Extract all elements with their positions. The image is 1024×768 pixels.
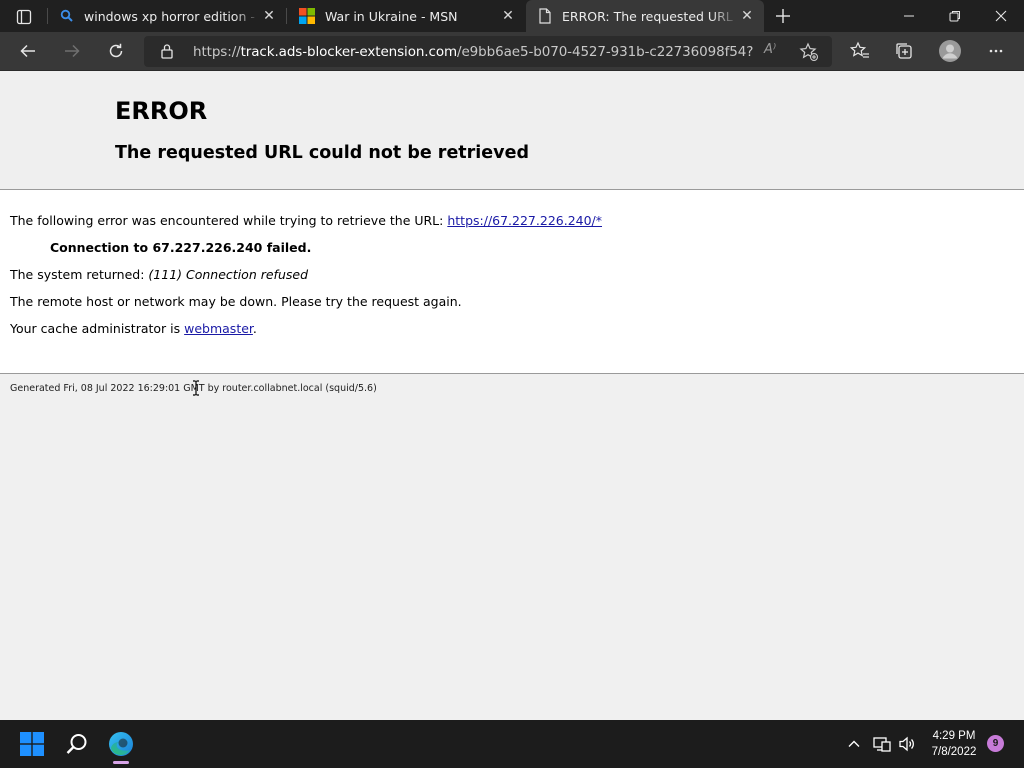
back-button[interactable] [12,36,44,66]
error-line-system: The system returned: (111) Connection re… [10,267,308,282]
connection-failed-text: Connection to 67.227.226.240 failed. [50,240,312,255]
minimize-icon [904,15,914,17]
error-line-admin: Your cache administrator is webmaster. [10,321,257,336]
edge-logo-icon [109,732,133,756]
close-tab-icon[interactable]: ✕ [499,7,517,25]
clock-date: 7/8/2022 [931,746,977,758]
favorites-icon [850,41,869,58]
error-details: The following error was encountered whil… [0,189,1024,374]
collections-button[interactable] [888,36,920,66]
lock-icon[interactable] [160,43,174,59]
notification-badge[interactable]: 9 [987,735,1004,752]
avatar-icon [939,40,961,62]
add-favorite-icon[interactable] [799,42,819,62]
close-tab-icon[interactable]: ✕ [260,7,278,25]
tab-title: War in Ukraine - MSN [325,8,458,24]
browser-toolbar: https://track.ads-blocker-extension.com/… [0,32,1024,71]
page-icon [539,8,551,24]
tab-error[interactable]: ERROR: The requested URL could ✕ [526,0,764,32]
tab-actions-icon [16,9,32,25]
error-line-connection: Connection to 67.227.226.240 failed. [50,240,311,255]
new-tab-button[interactable] [770,4,796,28]
start-button[interactable] [14,726,50,762]
webmaster-link[interactable]: webmaster [184,321,253,336]
restore-icon [949,11,960,22]
url-host: track.ads-blocker-extension.com [240,44,458,60]
system-returned-label: The system returned: [10,267,149,282]
msn-logo-icon [299,8,315,24]
page-title: ERROR [115,97,208,125]
forward-arrow-icon [65,44,80,58]
url-text[interactable]: https://track.ads-blocker-extension.com/… [193,44,753,60]
collections-icon [896,43,912,59]
volume-button[interactable] [891,726,923,762]
close-icon [995,10,1007,22]
more-icon [989,49,1003,53]
tab-title: ERROR: The requested URL could [562,8,738,24]
tab-msn[interactable]: War in Ukraine - MSN ✕ [287,0,525,32]
profile-button[interactable] [934,36,966,66]
url-scheme: https:// [193,44,241,60]
minimize-button[interactable] [886,0,932,32]
cache-admin-label: Your cache administrator is [10,321,185,336]
favorites-button[interactable] [844,36,876,66]
error-line-url: The following error was encountered whil… [10,213,602,228]
back-arrow-icon [20,44,35,58]
cache-admin-suffix: . [252,321,257,336]
speaker-icon [899,736,914,752]
taskbar-clock[interactable]: 4:29 PM 7/8/2022 [924,728,984,760]
page-content: ERROR The requested URL could not be ret… [0,71,1024,720]
search-icon [66,734,87,754]
requested-url-link[interactable]: https://67.227.226.240/* [447,213,602,228]
taskbar: 4:29 PM 7/8/2022 [0,720,1024,768]
network-icon [873,737,891,752]
clock-time: 4:29 PM [932,730,976,742]
text-cursor-icon [193,380,199,396]
windows-logo-icon [20,732,44,756]
tab-search[interactable]: windows xp horror edition - Sear ✕ [48,0,286,32]
error-line-remote: The remote host or network may be down. … [10,294,462,309]
active-app-indicator [113,761,129,764]
close-tab-icon[interactable]: ✕ [738,7,756,25]
refresh-button[interactable] [100,36,132,66]
page-subtitle: The requested URL could not be retrieved [115,143,529,163]
tab-actions-button[interactable] [10,6,38,28]
tab-strip: windows xp horror edition - Sear ✕ War i… [0,0,1024,32]
taskbar-edge-button[interactable] [103,726,139,762]
read-aloud-icon[interactable]: A⁾ [764,42,776,57]
url-path: /e9bb6ae5-b070-4527-931b-c22736098f54?su… [457,44,753,60]
tab-title: windows xp horror edition - Sear [84,8,260,24]
forward-button[interactable] [56,36,88,66]
restore-button[interactable] [932,0,978,32]
taskbar-search-button[interactable] [59,726,95,762]
address-bar[interactable]: https://track.ads-blocker-extension.com/… [144,36,832,67]
refresh-icon [109,43,123,58]
close-window-button[interactable] [978,0,1024,32]
system-returned-detail: (111) Connection refused [148,267,308,282]
search-icon [60,9,73,22]
error-header: ERROR The requested URL could not be ret… [0,71,1024,189]
plus-icon [776,9,790,23]
error-line-url-text: The following error was encountered whil… [10,213,448,228]
settings-menu-button[interactable] [980,36,1012,66]
chevron-up-icon [848,740,860,747]
